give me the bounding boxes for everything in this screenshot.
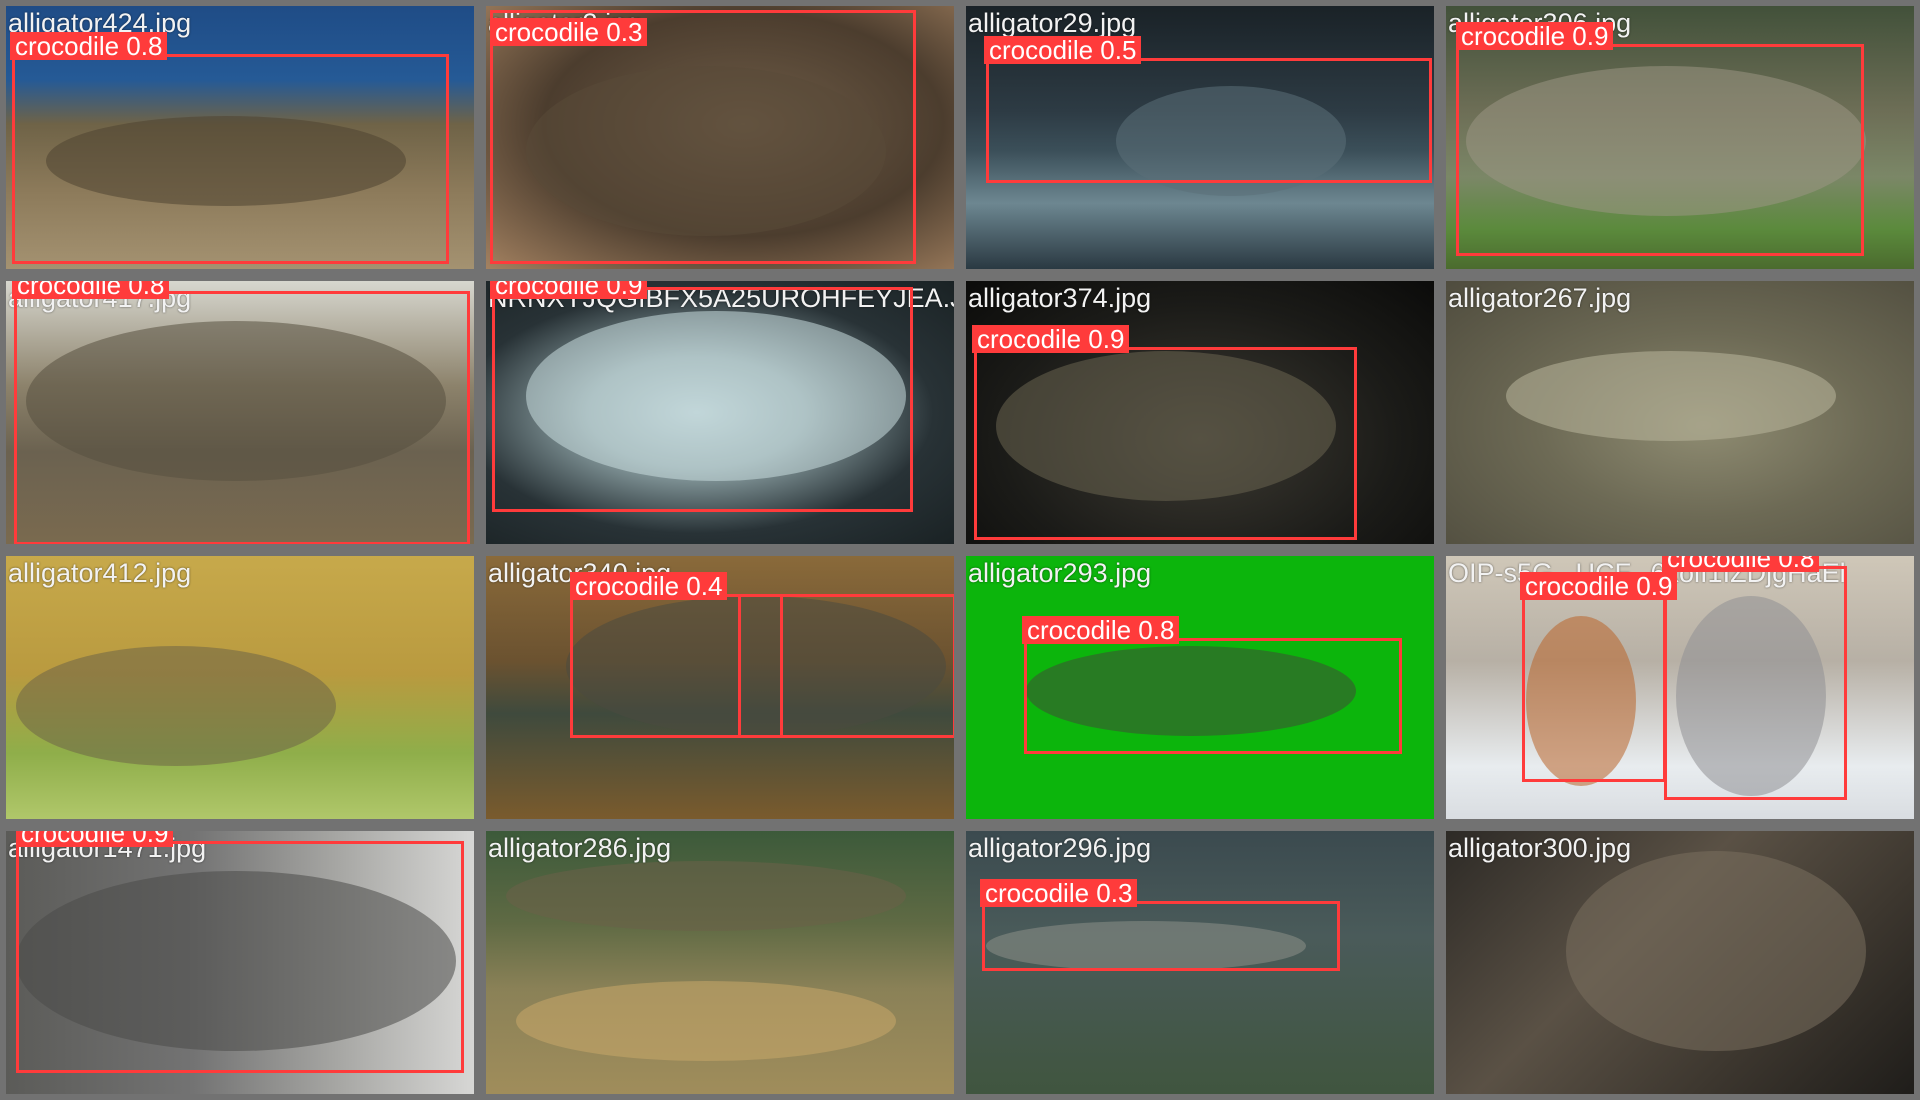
image-tile[interactable]: alligator374.jpg crocodile 0.9 — [960, 275, 1440, 550]
image-tile[interactable]: alligator412.jpg — [0, 550, 480, 825]
image-tile[interactable]: alligator296.jpg crocodile 0.3 — [960, 825, 1440, 1100]
bounding-box — [1664, 566, 1847, 800]
bounding-box — [14, 291, 470, 544]
detection-mosaic: alligator424.jpg crocodile 0.8 alligator… — [0, 0, 1920, 1100]
bounding-box — [1456, 44, 1864, 256]
image-tile[interactable]: alligator300.jpg — [1440, 825, 1920, 1100]
detection-label: crocodile 0.8 — [1662, 556, 1820, 572]
detection-label: crocodile 0.3 — [490, 18, 648, 46]
bounding-box — [1024, 638, 1402, 754]
bounding-box — [738, 594, 954, 738]
detection-label: crocodile 0.5 — [984, 36, 1142, 64]
image-tile[interactable]: alligator424.jpg crocodile 0.8 — [0, 0, 480, 275]
image-tile[interactable]: alligator286.jpg — [480, 825, 960, 1100]
image-tile[interactable]: alligator340.jpg crocodile 0.4 — [480, 550, 960, 825]
image-tile[interactable]: alligator306.jpg crocodile 0.9 — [1440, 0, 1920, 275]
detection-label: crocodile 0.9 — [490, 281, 648, 299]
image-filename: alligator412.jpg — [8, 558, 192, 588]
image-tile[interactable]: alligator1471.jpg crocodile 0.9 — [0, 825, 480, 1100]
detection-label: crocodile 0.9 — [1520, 572, 1678, 600]
crocodile-shape — [16, 646, 336, 766]
crocodile-shape — [1506, 351, 1836, 441]
image-tile[interactable]: alligator29.jpg crocodile 0.5 — [960, 0, 1440, 275]
image-filename: alligator286.jpg — [488, 833, 672, 863]
image-filename: alligator267.jpg — [1448, 283, 1632, 313]
image-tile[interactable]: alligator293.jpg crocodile 0.8 — [960, 550, 1440, 825]
image-filename: alligator374.jpg — [968, 283, 1152, 313]
image-tile[interactable]: alligator3.jpg crocodile 0.3 — [480, 0, 960, 275]
detection-label: crocodile 0.9 — [972, 325, 1130, 353]
image-filename: alligator293.jpg — [968, 558, 1152, 588]
bounding-box — [492, 287, 913, 512]
crocodile-shape — [506, 861, 906, 931]
image-tile[interactable]: alligator267.jpg — [1440, 275, 1920, 550]
detection-label: crocodile 0.8 — [1022, 616, 1180, 644]
bounding-box — [974, 347, 1357, 540]
detection-label: crocodile 0.9 — [1456, 22, 1614, 50]
crocodile-shape — [516, 981, 896, 1061]
bounding-box — [982, 901, 1340, 971]
detection-label: crocodile 0.8 — [10, 32, 168, 60]
image-tile[interactable]: OIP-s5G...UCF...6xolI1IZDjgHaEl crocodil… — [1440, 550, 1920, 825]
bounding-box — [12, 54, 449, 264]
detection-label: crocodile 0.9 — [16, 831, 174, 847]
bounding-box — [16, 841, 464, 1073]
image-filename: alligator29.jpg — [968, 8, 1137, 38]
image-tile[interactable]: alligator417.jpg crocodile 0.8 — [0, 275, 480, 550]
detection-label: crocodile 0.3 — [980, 879, 1138, 907]
image-filename: alligator296.jpg — [968, 833, 1152, 863]
bounding-box — [1522, 594, 1666, 782]
detection-label: crocodile 0.8 — [12, 281, 170, 299]
bounding-box — [490, 10, 916, 264]
image-filename: alligator300.jpg — [1448, 833, 1632, 863]
crocodile-shape — [1566, 851, 1866, 1051]
image-tile[interactable]: NRNXYJQGIBFX5A25UROHFEYJEA.JPG crocodile… — [480, 275, 960, 550]
bounding-box — [986, 58, 1432, 183]
detection-label: crocodile 0.4 — [570, 572, 728, 600]
